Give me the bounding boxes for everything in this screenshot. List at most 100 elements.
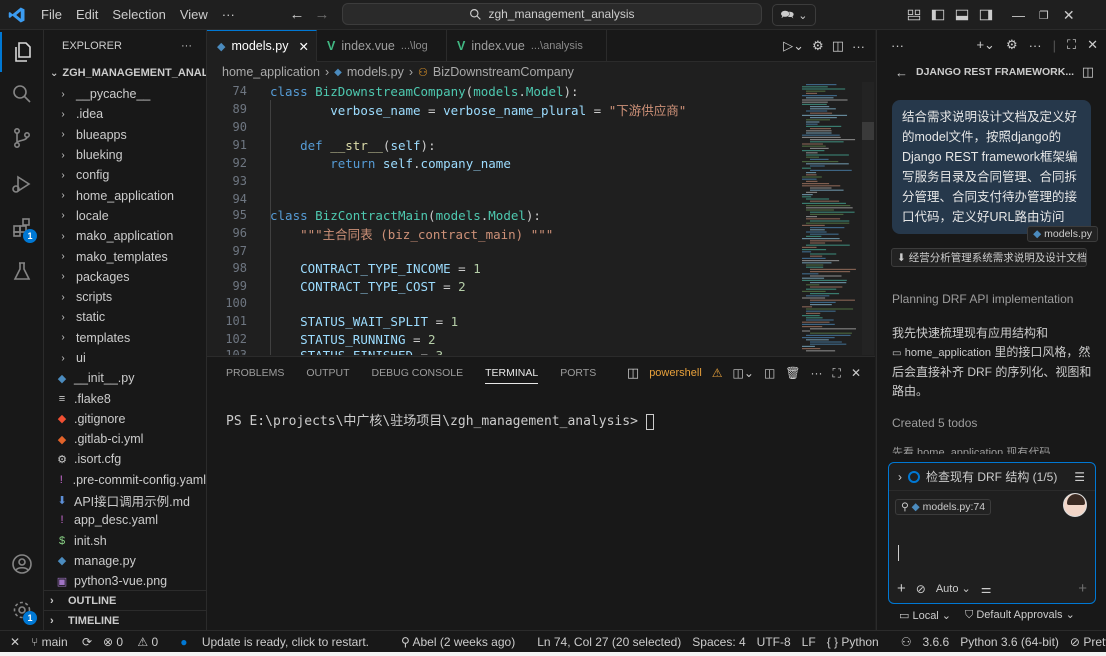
trash-icon[interactable]: 🗑 xyxy=(785,366,800,380)
code-editor[interactable]: 74 class BizDownstreamCompany(models.Mode… xyxy=(207,82,875,355)
customize-layout-icon[interactable] xyxy=(902,0,926,30)
attachment-chip[interactable]: ⬇ 经营分析管理系统需求说明及设计文档 xyxy=(891,248,1087,267)
breadcrumb-file[interactable]: models.py xyxy=(347,65,404,79)
accounts-icon[interactable] xyxy=(0,544,44,584)
chat-input-box[interactable]: › 检查现有 DRF 结构 (1/5) ☰ ⚲ ◆ models.py:74 +… xyxy=(888,462,1096,604)
mode-picker[interactable]: Auto ⌄ xyxy=(936,582,971,595)
approvals-picker[interactable]: ⛉ Default Approvals ⌄ xyxy=(965,608,1075,622)
todo-list-icon[interactable]: ☰ xyxy=(1074,470,1085,484)
terminal-shell-icon[interactable]: ◫ xyxy=(627,365,639,381)
code-line[interactable]: 103 STATUS_FINISHED = 3 xyxy=(207,346,443,355)
copilot-status-icon[interactable]: ⚇ xyxy=(901,635,912,649)
tree-file[interactable]: ◆ .gitlab-ci.yml xyxy=(44,429,206,449)
close-panel-icon[interactable]: ✕ xyxy=(851,366,861,380)
tree-folder[interactable]: › .idea xyxy=(44,104,206,124)
more-actions-icon[interactable]: ··· xyxy=(1029,38,1042,53)
code-line[interactable]: 98 CONTRACT_TYPE_INCOME = 1 xyxy=(207,259,481,277)
search-activity-icon[interactable] xyxy=(0,74,44,114)
panel-tab[interactable]: PORTS xyxy=(560,367,596,379)
tab-index-vue-log[interactable]: V index.vue ...\log xyxy=(317,30,447,62)
code-line[interactable]: 93 xyxy=(207,172,271,190)
tree-file[interactable]: ⬇ API接口调用示例.md xyxy=(44,490,206,510)
code-line[interactable]: 96 """主合同表 (biz_contract_main) """ xyxy=(207,224,553,242)
code-line[interactable]: 89 verbose_name = verbose_name_plural = … xyxy=(207,100,686,118)
more-actions-icon[interactable]: ··· xyxy=(891,38,904,53)
tree-file[interactable]: ! .pre-commit-config.yaml xyxy=(44,470,206,490)
encoding[interactable]: UTF-8 xyxy=(757,635,791,649)
language-mode[interactable]: { } Python xyxy=(827,635,890,649)
panel-tab[interactable]: OUTPUT xyxy=(306,367,349,379)
command-center-search[interactable]: zgh_management_analysis xyxy=(342,3,762,25)
tools-icon[interactable]: ⊘ xyxy=(916,582,926,596)
send-icon[interactable]: + xyxy=(1078,580,1087,597)
tree-folder[interactable]: › blueapps xyxy=(44,125,206,145)
tree-folder[interactable]: › config xyxy=(44,165,206,185)
panel-tab[interactable]: DEBUG CONSOLE xyxy=(372,367,464,379)
cursor-position[interactable]: Ln 74, Col 27 (20 selected) xyxy=(537,635,681,649)
tree-file[interactable]: ◆ .gitignore xyxy=(44,409,206,429)
breadcrumb-symbol[interactable]: BizDownstreamCompany xyxy=(433,65,574,79)
tree-folder[interactable]: › mako_application xyxy=(44,226,206,246)
split-panel-icon[interactable]: ◫ xyxy=(764,366,775,380)
source-control-icon[interactable] xyxy=(0,118,44,158)
testing-flask-icon[interactable] xyxy=(0,252,44,292)
tree-folder[interactable]: › mako_templates xyxy=(44,246,206,266)
tree-folder[interactable]: › blueking xyxy=(44,145,206,165)
tree-folder[interactable]: › __pycache__ xyxy=(44,84,206,104)
menu-item[interactable]: File xyxy=(34,7,69,22)
tab-index-vue-analysis[interactable]: V index.vue ...\analysis xyxy=(447,30,607,62)
tree-folder[interactable]: › templates xyxy=(44,328,206,348)
update-notice[interactable]: ● Update is ready, click to restart. xyxy=(180,635,380,649)
outline-section[interactable]: › OUTLINE xyxy=(44,590,206,610)
scrollbar-thumb[interactable] xyxy=(862,122,874,140)
code-line[interactable]: 95 class BizContractMain(models.Model): xyxy=(207,206,541,224)
code-line[interactable]: 99 CONTRACT_TYPE_COST = 2 xyxy=(207,277,466,295)
back-arrow-icon[interactable]: ← xyxy=(286,6,308,23)
menu-item[interactable]: ··· xyxy=(215,7,242,22)
tree-file[interactable]: ⚙ .isort.cfg xyxy=(44,449,206,469)
remote-indicator-icon[interactable]: ✕ xyxy=(10,635,20,649)
panel-tab[interactable]: TERMINAL xyxy=(485,367,539,384)
tree-file[interactable]: ◆ __init__.py xyxy=(44,368,206,388)
session-location-picker[interactable]: ▭ Local ⌄ xyxy=(899,609,951,622)
panel-layout-icon[interactable]: ◫ xyxy=(1082,64,1094,80)
context-chip[interactable]: ⚲ ◆ models.py:74 xyxy=(895,499,992,515)
code-line[interactable]: 91 def __str__(self): xyxy=(207,136,436,154)
attachment-chip[interactable]: ◆ models.py xyxy=(1027,226,1098,242)
panel-tab[interactable]: PROBLEMS xyxy=(226,367,284,379)
settings-gear-icon[interactable]: ⚙ xyxy=(1006,37,1018,53)
chevron-right-icon[interactable]: › xyxy=(898,470,902,484)
menu-item[interactable]: Edit xyxy=(69,7,105,22)
menu-item[interactable]: View xyxy=(173,7,215,22)
manage-gear-icon[interactable]: 1 xyxy=(0,590,44,630)
python-interpreter[interactable]: Python 3.6 (64-bit) xyxy=(960,635,1059,649)
menu-item[interactable]: Selection xyxy=(105,7,172,22)
close-window-icon[interactable]: ✕ xyxy=(1063,7,1075,24)
minimize-icon[interactable]: — xyxy=(1012,8,1025,23)
code-line[interactable]: 90 xyxy=(207,118,271,136)
run-debug-icon[interactable] xyxy=(0,164,44,204)
minimap[interactable] xyxy=(800,82,860,355)
problems-indicator[interactable]: ⊗ 0 ⚠ 0 xyxy=(103,635,169,649)
back-arrow-icon[interactable]: ← xyxy=(895,65,908,80)
more-actions-icon[interactable]: ··· xyxy=(811,366,823,380)
split-terminal-icon[interactable]: ◫⌄ xyxy=(733,366,754,380)
toggle-sidebar-icon[interactable] xyxy=(926,0,950,30)
git-blame[interactable]: ⚲ Abel (2 weeks ago) xyxy=(401,635,526,649)
code-line[interactable]: 74 class BizDownstreamCompany(models.Mode… xyxy=(207,82,579,100)
more-actions-icon[interactable]: ··· xyxy=(181,40,192,52)
code-line[interactable]: 100 xyxy=(207,294,271,312)
close-tab-icon[interactable]: ✕ xyxy=(298,39,308,54)
maximize-icon[interactable]: ⛶ xyxy=(1067,37,1076,53)
add-context-icon[interactable]: + xyxy=(897,580,906,597)
copilot-menu-button[interactable]: 🗪 ⌄ xyxy=(772,4,816,26)
forward-arrow-icon[interactable]: → xyxy=(311,6,333,23)
restore-icon[interactable]: ❐ xyxy=(1039,9,1049,22)
terminal-shell-label[interactable]: powershell xyxy=(649,367,702,379)
timeline-section[interactable]: › TIMELINE xyxy=(44,610,206,630)
tree-folder[interactable]: › scripts xyxy=(44,287,206,307)
tree-folder[interactable]: › locale xyxy=(44,206,206,226)
new-chat-icon[interactable]: +⌄ xyxy=(976,37,994,53)
copilot-spark-icon[interactable]: ⚙ xyxy=(812,38,824,54)
tab-models-py[interactable]: ◆ models.py ✕ xyxy=(207,30,317,62)
